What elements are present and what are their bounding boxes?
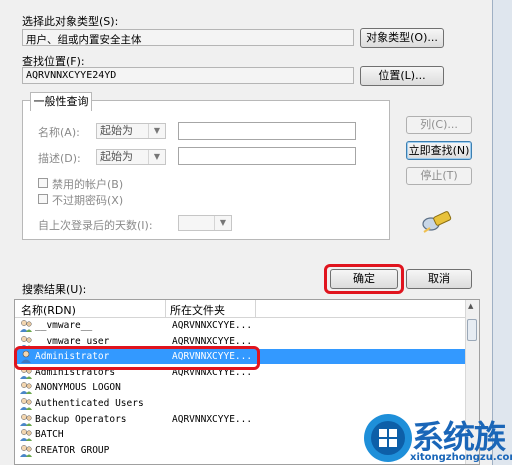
description-mode-select[interactable]: 起始为 ▼ [96,149,166,165]
description-input[interactable] [178,147,356,165]
logo-circle-icon [364,414,412,462]
name-label: 名称(A): [38,126,80,139]
non-expiring-password-checkbox[interactable] [38,194,48,204]
days-since-logon-label: 自上次登录后的天数(I): [38,219,153,232]
row-name: ANONYMOUS LOGON [35,382,121,394]
find-now-button[interactable]: 立即查找(N) [406,141,472,160]
scroll-thumb[interactable] [467,319,477,341]
window-frame-edge [492,0,512,465]
object-types-button[interactable]: 对象类型(O)... [360,28,444,48]
search-results-label: 搜索结果(U): [22,283,87,296]
location-field: AQRVNNXCYYE24YD [22,67,354,84]
disabled-accounts-checkbox[interactable] [38,178,48,188]
highlight-ok-button [324,264,404,294]
name-mode-select[interactable]: 起始为 ▼ [96,123,166,139]
group-icon [20,398,32,410]
row-name: __vmware__ [35,320,93,331]
disabled-accounts-label: 禁用的帐户(B) [52,178,124,191]
group-icon [20,413,32,426]
column-header-folder[interactable]: 所在文件夹 [170,302,225,318]
stop-button[interactable]: 停止(T) [406,167,472,185]
name-input[interactable] [178,122,356,140]
description-label: 描述(D): [38,152,81,165]
locations-button[interactable]: 位置(L)... [360,66,444,86]
tab-common-queries[interactable]: 一般性查询 [30,92,92,111]
column-header-name[interactable]: 名称(RDN) [21,302,76,318]
description-mode-value: 起始为 [100,150,133,163]
row-folder: AQRVNNXCYYE... [172,413,253,425]
object-type-field: 用户、组或内置安全主体 [22,29,354,46]
table-row[interactable]: __vmware__ AQRVNNXCYYE... [15,318,467,333]
row-name: Authenticated Users [35,398,144,409]
group-icon [20,429,32,442]
chevron-down-icon: ▼ [148,150,165,164]
group-icon [20,382,32,395]
non-expiring-password-label: 不过期密码(X) [52,194,124,207]
results-header: 名称(RDN) 所在文件夹 [15,300,467,318]
row-name: BATCH [35,429,64,441]
column-divider[interactable] [165,300,166,317]
column-divider[interactable] [255,300,256,317]
cancel-button[interactable]: 取消 [406,269,472,289]
watermark-url: xitongzhongzu.com [410,452,512,463]
group-icon [20,444,32,457]
days-since-logon-select[interactable]: ▼ [178,215,232,231]
search-flashlight-icon [422,211,452,233]
columns-button[interactable]: 列(C)... [406,116,472,134]
row-folder: AQRVNNXCYYE... [172,320,253,331]
row-name: CREATOR GROUP [35,444,110,456]
object-type-label: 选择此对象类型(S): [22,15,119,28]
group-icon [20,320,32,332]
chevron-down-icon: ▼ [148,124,165,138]
scroll-up-icon[interactable]: ▲ [468,302,473,310]
row-name: Backup Operators [35,413,127,425]
table-row[interactable]: Authenticated Users [15,396,467,411]
highlight-administrator-row [14,346,260,370]
table-row[interactable]: ANONYMOUS LOGON [15,380,467,395]
chevron-down-icon: ▼ [214,216,231,230]
name-mode-value: 起始为 [100,124,133,137]
